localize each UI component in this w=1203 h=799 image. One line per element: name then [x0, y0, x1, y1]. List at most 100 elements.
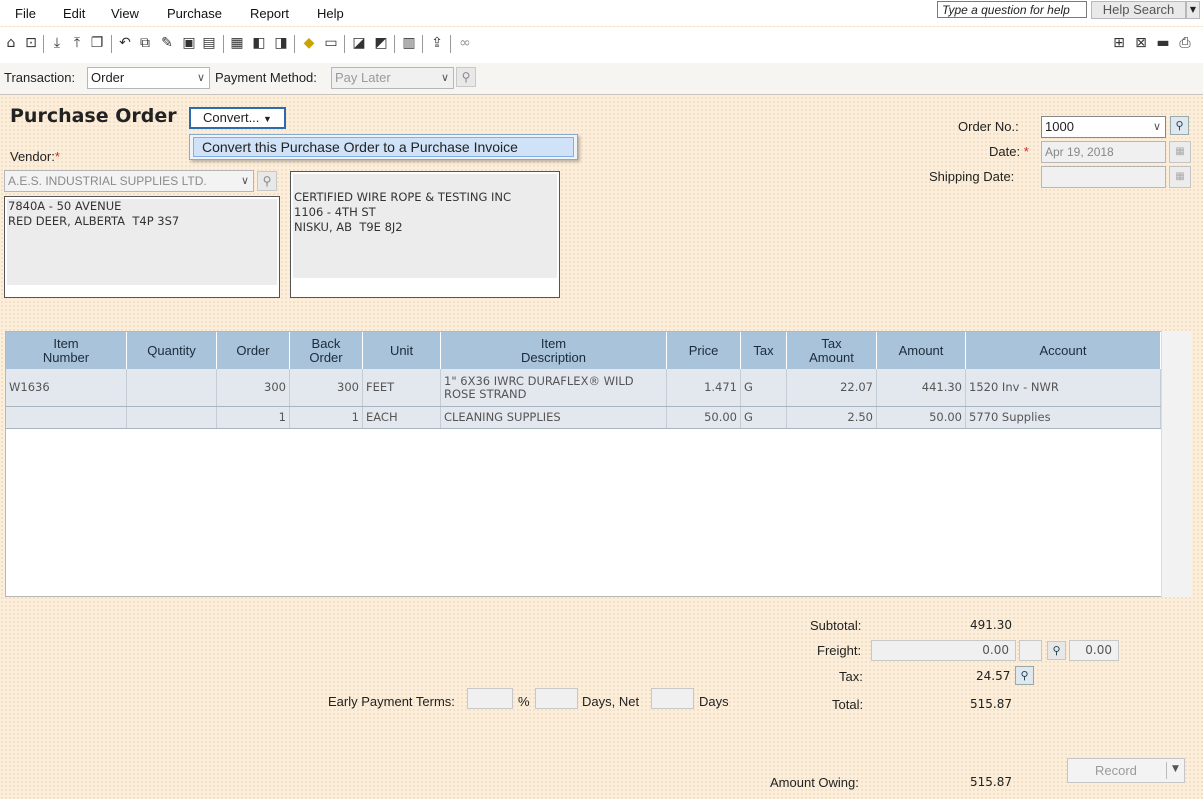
reverse-icon[interactable]: ▣ — [180, 34, 198, 52]
cell-item-number[interactable] — [6, 407, 127, 428]
freight-tax-code-field[interactable] — [1019, 640, 1042, 661]
column-header-tax[interactable]: Tax — [741, 332, 787, 369]
open-window-icon[interactable]: ⊡ — [22, 34, 40, 52]
column-header-back-order[interactable]: Back Order — [290, 332, 363, 369]
column-header-quantity[interactable]: Quantity — [127, 332, 217, 369]
cell-account[interactable]: 1520 Inv - NWR — [966, 369, 1161, 406]
copy-icon[interactable]: ❐ — [88, 34, 106, 52]
table-row[interactable]: W1636 300 300 FEET 1" 6X36 IWRC DURAFLEX… — [6, 369, 1161, 407]
column-header-tax-amount[interactable]: Tax Amount — [787, 332, 877, 369]
home-icon[interactable]: ⌂ — [2, 34, 20, 52]
subtotal-value: 491.30 — [970, 618, 1012, 632]
menu-bar: File Edit View Purchase Report Help Type… — [0, 0, 1203, 26]
cell-unit[interactable]: FEET — [363, 369, 441, 406]
previous-icon[interactable]: ◧ — [250, 34, 268, 52]
column-header-order[interactable]: Order — [217, 332, 290, 369]
export-icon[interactable]: ⇪ — [428, 34, 446, 52]
cell-item-number[interactable]: W1636 — [6, 369, 127, 406]
cell-description[interactable]: CLEANING SUPPLIES — [441, 407, 667, 428]
calculator-icon[interactable]: ▥ — [400, 34, 418, 52]
column-header-account[interactable]: Account — [966, 332, 1161, 369]
cell-quantity[interactable] — [127, 369, 217, 406]
column-header-price[interactable]: Price — [667, 332, 741, 369]
cell-price[interactable]: 50.00 — [667, 407, 741, 428]
cell-description[interactable]: 1" 6X36 IWRC DURAFLEX® WILD ROSE STRAND — [441, 369, 667, 406]
link-icon[interactable]: ∞ — [456, 34, 474, 52]
vendor-address-box[interactable]: 7840A - 50 AVENUE RED DEER, ALBERTA T4P … — [4, 196, 280, 298]
terms-percent-field[interactable] — [467, 688, 513, 709]
upload-icon[interactable]: ⤒ — [68, 34, 86, 52]
tax-value: 24.57 — [976, 669, 1011, 683]
column-header-description[interactable]: Item Description — [441, 332, 667, 369]
cell-tax[interactable]: G — [741, 407, 787, 428]
next-icon[interactable]: ◨ — [272, 34, 290, 52]
order-no-select[interactable]: 1000 ∨ — [1041, 116, 1166, 138]
column-header-item-number[interactable]: Item Number — [6, 332, 127, 369]
cell-amount[interactable]: 441.30 — [877, 369, 966, 406]
track-shipment-icon[interactable]: ✎ — [158, 34, 176, 52]
transaction-select[interactable]: Order ∨ — [87, 67, 210, 89]
undo-icon[interactable]: ↶ — [116, 34, 134, 52]
shipping-date-field[interactable] — [1041, 166, 1166, 188]
table-row[interactable]: 1 1 EACH CLEANING SUPPLIES 50.00 G 2.50 … — [6, 407, 1161, 429]
record-button[interactable]: Record ▼ — [1067, 758, 1185, 783]
help-search-button[interactable]: Help Search — [1091, 1, 1186, 19]
tax-detail-icon[interactable]: ⚲ — [1015, 666, 1034, 685]
search-window-icon[interactable]: ⊠ — [1132, 34, 1150, 52]
cell-amount[interactable]: 50.00 — [877, 407, 966, 428]
vendor-select[interactable]: A.E.S. INDUSTRIAL SUPPLIES LTD. ∨ — [4, 170, 254, 192]
order-lookup-icon[interactable]: ⚲ — [1170, 116, 1189, 135]
freight-tax-lookup-icon[interactable]: ⚲ — [1047, 641, 1066, 660]
print-preview-icon[interactable]: ▦ — [228, 34, 246, 52]
menu-help[interactable]: Help — [317, 6, 344, 21]
customize-icon[interactable]: ⊞ — [1110, 34, 1128, 52]
email-icon[interactable]: ▭ — [322, 34, 340, 52]
menu-edit[interactable]: Edit — [63, 6, 85, 21]
cell-tax-amount[interactable]: 2.50 — [787, 407, 877, 428]
email-form-icon[interactable]: ▬ — [1154, 34, 1172, 52]
caret-down-icon[interactable]: ▼ — [1172, 764, 1179, 774]
column-header-amount[interactable]: Amount — [877, 332, 966, 369]
cell-price[interactable]: 1.471 — [667, 369, 741, 406]
cell-order[interactable]: 300 — [217, 369, 290, 406]
convert-button[interactable]: Convert... ▼ — [189, 107, 286, 129]
menu-file[interactable]: File — [15, 6, 36, 21]
date-field[interactable]: Apr 19, 2018 — [1041, 141, 1166, 163]
cell-tax[interactable]: G — [741, 369, 787, 406]
cell-account[interactable]: 5770 Supplies — [966, 407, 1161, 428]
freight-tax-field[interactable]: 0.00 — [1069, 640, 1119, 661]
help-dropdown-button[interactable]: ▼ — [1186, 1, 1200, 19]
pin-icon[interactable]: ⚲ — [257, 171, 277, 191]
menu-view[interactable]: View — [111, 6, 139, 21]
chevron-down-icon: ∨ — [440, 72, 449, 84]
calendar-icon[interactable]: ▦ — [1169, 141, 1191, 163]
cell-tax-amount[interactable]: 22.07 — [787, 369, 877, 406]
payment-method-select[interactable]: Pay Later ∨ — [331, 67, 454, 89]
menu-purchase[interactable]: Purchase — [167, 6, 222, 21]
remove-icon[interactable]: ◩ — [372, 34, 390, 52]
fill-backorder-icon[interactable]: ◪ — [350, 34, 368, 52]
print-icon[interactable]: ⎙ — [1176, 34, 1194, 52]
terms-days-field[interactable] — [535, 688, 578, 709]
cell-unit[interactable]: EACH — [363, 407, 441, 428]
cell-order[interactable]: 1 — [217, 407, 290, 428]
calendar-icon[interactable]: ▦ — [1169, 166, 1191, 188]
ship-to-address-box[interactable]: CERTIFIED WIRE ROPE & TESTING INC 1106 -… — [290, 171, 560, 298]
adjust-icon[interactable]: ▤ — [200, 34, 218, 52]
cell-back-order[interactable]: 1 — [290, 407, 363, 428]
cell-back-order[interactable]: 300 — [290, 369, 363, 406]
pin-icon[interactable]: ⚲ — [456, 67, 476, 87]
freight-field[interactable]: 0.00 — [871, 640, 1016, 661]
menu-report[interactable]: Report — [250, 6, 289, 21]
cell-quantity[interactable] — [127, 407, 217, 428]
line-items-grid: Item Number Quantity Order Back Order Un… — [5, 331, 1192, 597]
download-icon[interactable]: ⤓ — [48, 34, 66, 52]
column-header-unit[interactable]: Unit — [363, 332, 441, 369]
help-question-input[interactable]: Type a question for help — [937, 1, 1087, 18]
convert-to-invoice-menu-item[interactable]: Convert this Purchase Order to a Purchas… — [193, 137, 574, 157]
lookup-icon[interactable]: ⧉ — [136, 34, 154, 52]
grid-scrollbar[interactable] — [1161, 331, 1192, 597]
terms-net-days-field[interactable] — [651, 688, 694, 709]
date-label-text: Date: — [989, 144, 1021, 159]
memo-icon[interactable]: ◆ — [300, 34, 318, 52]
